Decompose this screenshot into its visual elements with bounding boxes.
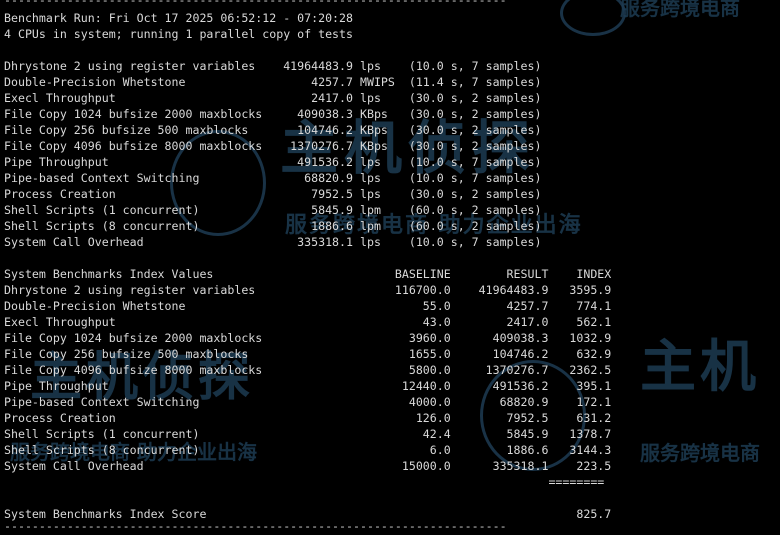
benchmark-result-row: Dhrystone 2 using register variables 419… [4,59,542,73]
benchmark-result-row: File Copy 256 bufsize 500 maxblocks 1047… [4,123,542,137]
watermark-brand: 主机 [640,335,760,400]
benchmark-result-row: Double-Precision Whetstone 4257.7 MWIPS … [4,75,542,89]
results-block: Dhrystone 2 using register variables 419… [4,58,611,250]
index-block: Dhrystone 2 using register variables 116… [4,282,611,474]
index-value-row: Pipe Throughput 12440.0 491536.2 395.1 [4,379,612,393]
index-value-row: Double-Precision Whetstone 55.0 4257.7 7… [4,299,612,313]
index-value-row: File Copy 1024 bufsize 2000 maxblocks 39… [4,331,612,345]
benchmark-result-row: Pipe-based Context Switching 68820.9 lps… [4,171,542,185]
index-value-row: File Copy 4096 bufsize 8000 maxblocks 58… [4,363,612,377]
separator-line: ----------------------------------------… [4,519,507,533]
index-value-row: File Copy 256 bufsize 500 maxblocks 1655… [4,347,612,361]
benchmark-run-header: Benchmark Run: Fri Oct 17 2025 06:52:12 … [4,11,354,25]
index-value-row: Shell Scripts (8 concurrent) 6.0 1886.6 … [4,443,612,457]
score-rule-line: ======== [4,475,605,489]
index-value-row: System Call Overhead 15000.0 335318.1 22… [4,459,612,473]
separator-line: ----------------------------------------… [4,0,507,7]
benchmark-result-row: File Copy 1024 bufsize 2000 maxblocks 40… [4,107,542,121]
benchmark-result-row: Shell Scripts (1 concurrent) 5845.9 lpm … [4,203,542,217]
benchmark-result-row: Execl Throughput 2417.0 lps (30.0 s, 2 s… [4,91,542,105]
watermark-slogan: 服务跨境电商 [640,441,760,465]
benchmark-result-row: Pipe Throughput 491536.2 lps (10.0 s, 7 … [4,155,542,169]
terminal-window[interactable]: 服务跨境电商 主机侦探 服务跨境电商 助力企业出海 主机 服务跨境电商 主机侦探… [0,0,780,535]
cpu-info-line: 4 CPUs in system; running 1 parallel cop… [4,27,354,41]
benchmark-result-row: System Call Overhead 335318.1 lps (10.0 … [4,235,542,249]
benchmark-result-row: Process Creation 7952.5 lps (30.0 s, 2 s… [4,187,542,201]
index-value-row: Shell Scripts (1 concurrent) 42.4 5845.9… [4,427,612,441]
terminal-output: Benchmark Run: Fri Oct 17 2025 06:52:12 … [4,10,611,522]
index-value-row: Execl Throughput 43.0 2417.0 562.1 [4,315,612,329]
index-value-row: Dhrystone 2 using register variables 116… [4,283,612,297]
benchmark-result-row: File Copy 4096 bufsize 8000 maxblocks 13… [4,139,542,153]
benchmark-result-row: Shell Scripts (8 concurrent) 1886.6 lpm … [4,219,542,233]
index-value-row: Process Creation 126.0 7952.5 631.2 [4,411,612,425]
index-value-row: Pipe-based Context Switching 4000.0 6882… [4,395,612,409]
watermark-slogan: 服务跨境电商 [620,0,740,20]
index-header-line: System Benchmarks Index Values BASELINE … [4,267,612,281]
